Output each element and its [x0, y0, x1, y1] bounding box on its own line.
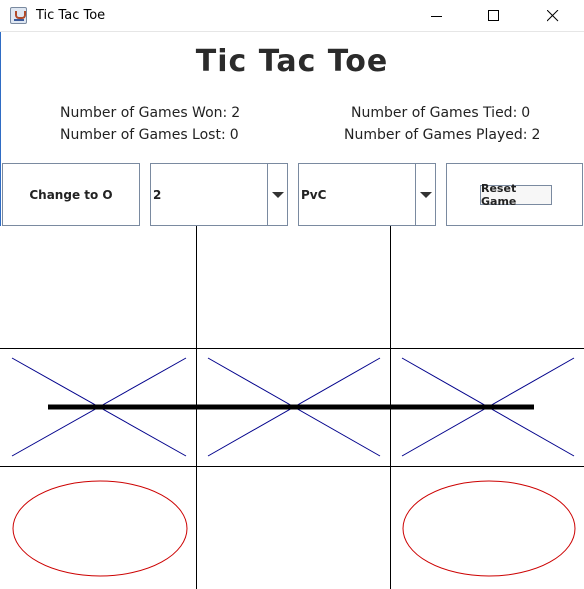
- maximize-button[interactable]: [471, 0, 517, 32]
- games-played-label: Number of Games Played:: [344, 127, 528, 143]
- game-mode-value: PvC: [301, 188, 327, 202]
- games-won-stat: Number of Games Won: 2: [60, 105, 240, 121]
- games-tied-value: 0: [521, 105, 531, 121]
- games-lost-value: 0: [229, 127, 239, 143]
- chevron-down-icon[interactable]: [267, 164, 287, 225]
- games-lost-label: Number of Games Lost:: [60, 127, 226, 143]
- board-cell-1-2[interactable]: [196, 226, 390, 348]
- board-cell-3-1[interactable]: [0, 466, 196, 589]
- close-icon: [547, 10, 559, 22]
- games-played-value: 2: [531, 127, 541, 143]
- change-player-button[interactable]: Change to O: [2, 163, 140, 226]
- games-won-label: Number of Games Won:: [60, 105, 228, 121]
- games-tied-stat: Number of Games Tied: 0: [351, 105, 530, 121]
- board-cell-1-3[interactable]: [390, 226, 584, 348]
- java-cup-icon: [10, 7, 27, 24]
- difficulty-value: 2: [153, 188, 162, 202]
- chevron-down-icon[interactable]: [415, 164, 435, 225]
- minimize-icon: [431, 16, 442, 17]
- game-board: [0, 226, 584, 589]
- games-won-value: 2: [231, 105, 241, 121]
- window-title: Tic Tac Toe: [36, 8, 106, 23]
- game-title: Tic Tac Toe: [195, 44, 389, 79]
- difficulty-dropdown[interactable]: 2: [150, 163, 288, 226]
- title-bar: Tic Tac Toe: [0, 0, 584, 32]
- reset-panel: Reset Game: [446, 163, 583, 226]
- board-cell-1-1[interactable]: [0, 226, 196, 348]
- games-tied-label: Number of Games Tied:: [351, 105, 518, 121]
- games-lost-stat: Number of Games Lost: 0: [60, 127, 239, 143]
- maximize-icon: [488, 10, 499, 21]
- games-played-stat: Number of Games Played: 2: [344, 127, 540, 143]
- board-cell-3-2[interactable]: [196, 466, 390, 589]
- close-button[interactable]: [530, 0, 576, 32]
- game-mode-dropdown[interactable]: PvC: [298, 163, 436, 226]
- minimize-button[interactable]: [414, 0, 460, 32]
- reset-game-button[interactable]: Reset Game: [480, 182, 552, 208]
- board-cell-3-3[interactable]: [390, 466, 584, 589]
